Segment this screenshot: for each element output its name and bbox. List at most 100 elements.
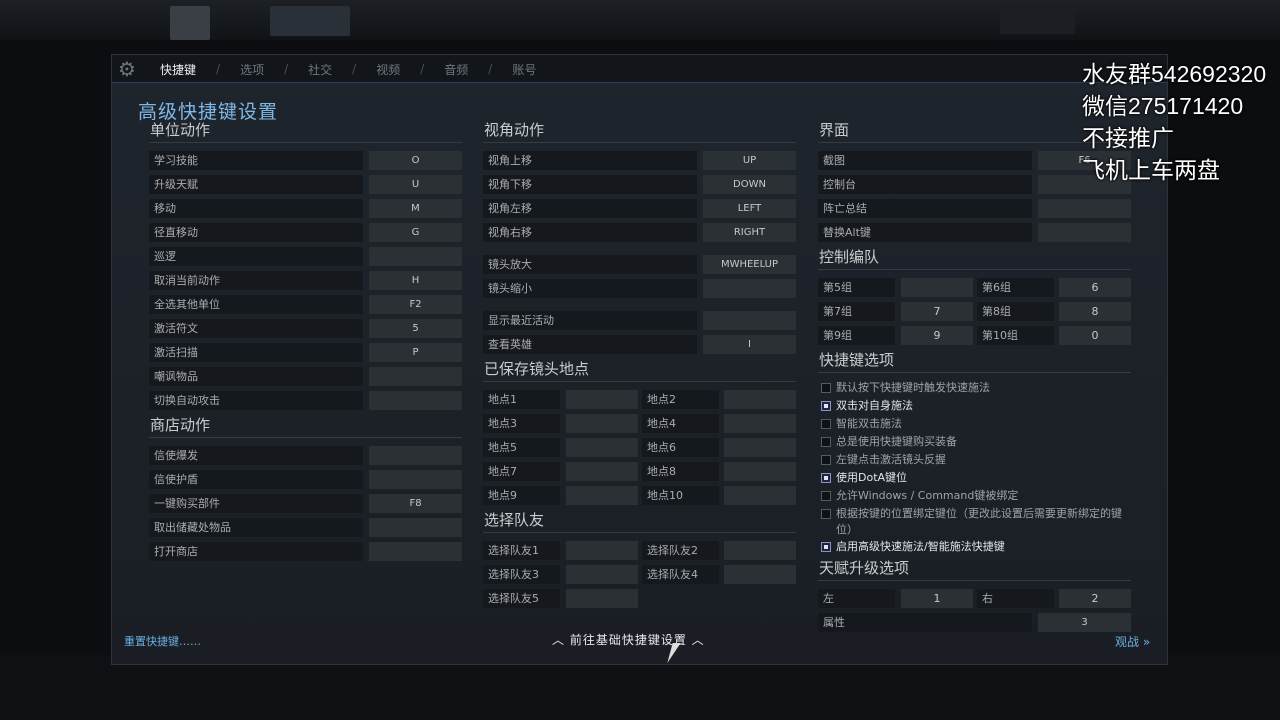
tab-separator: / <box>284 62 289 76</box>
control-group-key-binding[interactable]: 0 <box>1059 326 1131 345</box>
checkbox[interactable] <box>821 383 831 393</box>
control-group-key-binding[interactable]: 8 <box>1059 302 1131 321</box>
camera-zoom-key-binding[interactable] <box>703 279 796 298</box>
overlay-line: 水友群542692320 <box>1082 61 1267 87</box>
select-ally-row: 选择队友1 选择队友2 <box>483 540 796 564</box>
unit-action-label: 径直移动 <box>149 223 363 242</box>
talent-left-key[interactable]: 1 <box>901 589 973 608</box>
shop-action-key-binding[interactable] <box>369 446 462 465</box>
camera-move-key-binding[interactable]: DOWN <box>703 175 796 194</box>
checkbox[interactable] <box>821 491 831 501</box>
camera-spot-key-binding[interactable] <box>724 486 796 505</box>
tab-1[interactable]: 选项 <box>240 61 264 78</box>
unit-action-key-binding[interactable] <box>369 367 462 386</box>
camera-misc-row: 显示最近活动 <box>483 310 796 334</box>
unit-action-key-binding[interactable]: O <box>369 151 462 170</box>
hotkey-option-label: 双击对自身施法 <box>836 399 913 412</box>
checkbox[interactable] <box>821 437 831 447</box>
shop-action-key-binding[interactable] <box>369 470 462 489</box>
shop-action-key-binding[interactable]: F8 <box>369 494 462 513</box>
shop-action-key-binding[interactable] <box>369 542 462 561</box>
select-ally-key-binding[interactable] <box>566 565 638 584</box>
unit-action-row: 嘲讽物品 <box>149 366 462 390</box>
select-ally-key-binding[interactable] <box>566 541 638 560</box>
hotkey-option-label: 总是使用快捷键购买装备 <box>836 435 957 448</box>
camera-spot-key-binding[interactable] <box>566 486 638 505</box>
shop-action-key-binding[interactable] <box>369 518 462 537</box>
spectate-link[interactable]: 观战 » <box>1115 633 1150 650</box>
unit-action-row: 激活扫描 P <box>149 342 462 366</box>
select-ally-key-binding[interactable] <box>724 541 796 560</box>
unit-action-row: 升级天赋 U <box>149 174 462 198</box>
control-group-key-binding[interactable]: 7 <box>901 302 973 321</box>
unit-action-key-binding[interactable]: U <box>369 175 462 194</box>
unit-action-key-binding[interactable] <box>369 391 462 410</box>
select-ally-key-binding[interactable] <box>566 589 638 608</box>
unit-action-label: 切换自动攻击 <box>149 391 363 410</box>
nav-tab-background <box>270 6 350 36</box>
checkbox[interactable] <box>821 455 831 465</box>
camera-spot-label: 地点6 <box>642 438 719 457</box>
control-group-key-binding[interactable] <box>901 278 973 297</box>
hotkey-option: 启用高级快速施法/智能施法快捷键 <box>818 539 1131 556</box>
section-unit-actions: 单位动作 <box>149 119 462 143</box>
camera-spot-key-binding[interactable] <box>566 438 638 457</box>
chevron-up-icon: ︿ <box>691 633 705 647</box>
camera-spot-row: 地点1 地点2 <box>483 389 796 413</box>
unit-action-key-binding[interactable]: G <box>369 223 462 242</box>
unit-action-key-binding[interactable]: H <box>369 271 462 290</box>
camera-spot-key-binding[interactable] <box>724 438 796 457</box>
unit-action-key-binding[interactable]: M <box>369 199 462 218</box>
camera-misc-key-binding[interactable]: I <box>703 335 796 354</box>
gear-icon[interactable]: ⚙ <box>118 58 136 80</box>
basic-hotkeys-button[interactable]: ︿ 前往基础快捷键设置 ︿ <box>552 631 705 648</box>
camera-move-key-binding[interactable]: UP <box>703 151 796 170</box>
camera-move-key-binding[interactable]: RIGHT <box>703 223 796 242</box>
select-ally-key-binding[interactable] <box>724 565 796 584</box>
camera-spot-key-binding[interactable] <box>724 390 796 409</box>
camera-move-key-binding[interactable]: LEFT <box>703 199 796 218</box>
unit-action-key-binding[interactable]: P <box>369 343 462 362</box>
checkbox[interactable] <box>821 419 831 429</box>
talent-attr-key[interactable]: 3 <box>1038 613 1131 632</box>
interface-label: 替换Alt键 <box>818 223 1032 242</box>
shop-actions-list: 信使爆发 信使护盾 一键购买部件 F8 取出储藏处物品 打开商店 <box>149 445 462 565</box>
camera-misc-key-binding[interactable] <box>703 311 796 330</box>
camera-spot-key-binding[interactable] <box>566 390 638 409</box>
camera-misc-label: 显示最近活动 <box>483 311 697 330</box>
reset-hotkeys-link[interactable]: 重置快捷键…… <box>124 633 201 649</box>
camera-misc-label: 查看英雄 <box>483 335 697 354</box>
checkbox[interactable] <box>821 509 831 519</box>
camera-zoom-row: 镜头放大 MWHEELUP <box>483 254 796 278</box>
unit-action-key-binding[interactable]: 5 <box>369 319 462 338</box>
hotkey-option: 左键点击激活镜头反握 <box>818 452 1131 469</box>
checkbox[interactable] <box>821 542 831 552</box>
unit-action-label: 移动 <box>149 199 363 218</box>
interface-key-binding[interactable] <box>1038 199 1131 218</box>
camera-spot-key-binding[interactable] <box>724 414 796 433</box>
camera-spot-key-binding[interactable] <box>566 414 638 433</box>
settings-dialog: ⚙ 快捷键 / 选项 / 社交 / 视频 / 音频 / 账号 高级快捷键设置 单位动作 学习技能 O 升… <box>111 54 1168 665</box>
shop-action-label: 打开商店 <box>149 542 363 561</box>
select-ally-label: 选择队友4 <box>642 565 719 584</box>
checkbox[interactable] <box>821 473 831 483</box>
unit-action-row: 激活符文 5 <box>149 318 462 342</box>
control-group-key-binding[interactable]: 9 <box>901 326 973 345</box>
unit-action-key-binding[interactable]: F2 <box>369 295 462 314</box>
tab-0[interactable]: 快捷键 <box>160 61 196 78</box>
tab-2[interactable]: 社交 <box>308 61 332 78</box>
section-control-groups: 控制编队 <box>818 246 1131 270</box>
unit-action-row: 切换自动攻击 <box>149 390 462 414</box>
camera-zoom-key-binding[interactable]: MWHEELUP <box>703 255 796 274</box>
control-group-key-binding[interactable]: 6 <box>1059 278 1131 297</box>
unit-action-row: 学习技能 O <box>149 150 462 174</box>
interface-key-binding[interactable] <box>1038 223 1131 242</box>
checkbox[interactable] <box>821 401 831 411</box>
unit-action-key-binding[interactable] <box>369 247 462 266</box>
tab-3[interactable]: 视频 <box>376 61 400 78</box>
camera-spot-key-binding[interactable] <box>724 462 796 481</box>
tab-4[interactable]: 音频 <box>444 61 468 78</box>
camera-spot-key-binding[interactable] <box>566 462 638 481</box>
talent-right-key[interactable]: 2 <box>1059 589 1131 608</box>
tab-5[interactable]: 账号 <box>512 61 536 78</box>
